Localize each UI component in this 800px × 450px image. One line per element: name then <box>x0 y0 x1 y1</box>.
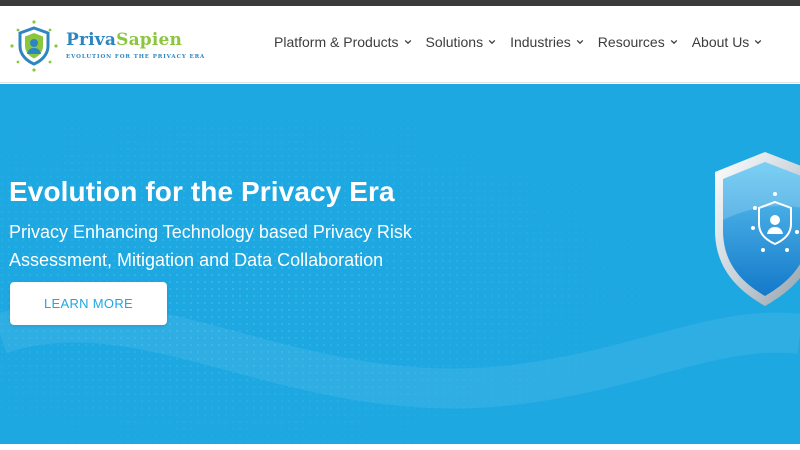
chevron-down-icon <box>755 39 762 45</box>
learn-more-button[interactable]: LEARN MORE <box>10 282 167 325</box>
site-logo[interactable]: PrivaSapien EVOLUTION FOR THE PRIVACY ER… <box>8 18 204 74</box>
nav-item-platform-products[interactable]: Platform & Products <box>274 34 412 50</box>
page-bottom-edge <box>0 444 800 450</box>
nav-item-label: Industries <box>510 34 571 50</box>
brand-name: PrivaSapien <box>66 30 182 50</box>
hero-banner: Evolution for the Privacy Era Privacy En… <box>0 84 800 444</box>
chevron-down-icon <box>404 39 411 45</box>
hero-subtitle: Privacy Enhancing Technology based Priva… <box>9 222 412 270</box>
brand-tagline: EVOLUTION FOR THE PRIVACY ERA <box>66 54 206 60</box>
nav-item-industries[interactable]: Industries <box>510 34 584 50</box>
main-nav: Platform & Products Solutions Industries… <box>274 34 776 50</box>
nav-item-label: Resources <box>597 34 665 50</box>
shield-icon <box>715 152 800 306</box>
nav-item-label: About Us <box>691 34 750 50</box>
site-header: PrivaSapien EVOLUTION FOR THE PRIVACY ER… <box>0 6 800 83</box>
shield-logo-icon <box>10 20 58 72</box>
chevron-down-icon <box>670 39 677 45</box>
hero-title: Evolution for the Privacy Era <box>9 176 395 207</box>
nav-item-about-us[interactable]: About Us <box>692 34 763 50</box>
nav-item-solutions[interactable]: Solutions <box>426 34 497 50</box>
brand-name-part2: Sapien <box>116 30 183 50</box>
nav-item-label: Solutions <box>425 34 484 50</box>
chevron-down-icon <box>488 39 496 45</box>
brand-name-part1: Priva <box>66 30 117 50</box>
nav-item-resources[interactable]: Resources <box>598 34 678 50</box>
nav-item-label: Platform & Products <box>274 34 399 50</box>
chevron-down-icon <box>576 39 584 45</box>
